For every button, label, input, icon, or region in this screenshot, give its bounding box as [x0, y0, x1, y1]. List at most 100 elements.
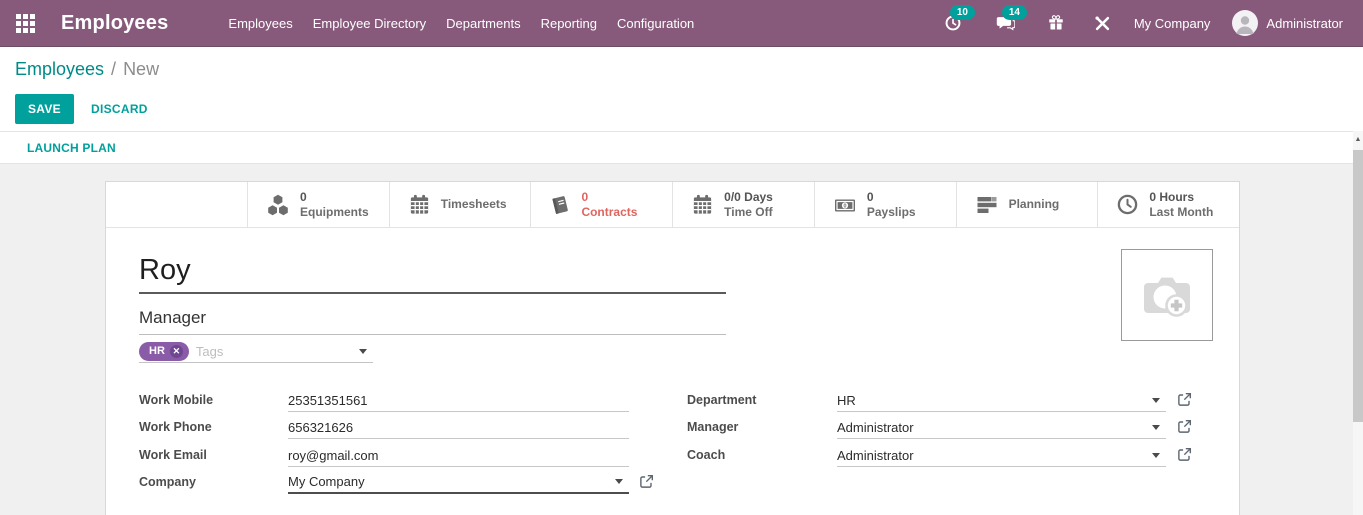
dropdown-caret-icon[interactable] [615, 479, 623, 484]
stat-label: Equipments [300, 204, 369, 219]
user-menu[interactable]: Administrator [1222, 10, 1347, 36]
menu-employees[interactable]: Employees [218, 16, 302, 31]
content-area: 0 Equipments Timesheets 0 Contracts 0/0 … [0, 164, 1363, 515]
breadcrumb: Employees / New [15, 59, 159, 80]
tools-menu[interactable] [1083, 14, 1122, 33]
stat-label: Planning [1008, 197, 1060, 211]
manager-input[interactable]: Administrator [837, 416, 1166, 439]
stat-label: Timesheets [440, 197, 507, 211]
menu-employee-directory[interactable]: Employee Directory [303, 16, 436, 31]
vertical-scrollbar[interactable]: ▲ [1353, 131, 1363, 515]
control-buttons: SAVE DISCARD [15, 94, 148, 124]
contracts-icon [552, 195, 569, 214]
tag-label: HR [149, 345, 165, 357]
dropdown-caret-icon[interactable] [1152, 397, 1160, 403]
discard-button[interactable]: DISCARD [91, 102, 148, 116]
tag-pill-hr[interactable]: HR ✕ [139, 341, 189, 361]
department-value: HR [837, 392, 856, 408]
plan-strip: LAUNCH PLAN [0, 131, 1363, 164]
company-label: Company [139, 475, 196, 489]
user-name: Administrator [1266, 15, 1343, 31]
external-link-icon[interactable] [1177, 392, 1192, 407]
stat-value: 0 [866, 189, 874, 204]
work-email-label: Work Email [139, 448, 207, 462]
stat-button-row: 0 Equipments Timesheets 0 Contracts 0/0 … [106, 182, 1240, 228]
breadcrumb-separator: / [111, 59, 117, 79]
tags-field[interactable]: HR ✕ Tags [139, 340, 373, 363]
stat-button-timeoff[interactable]: 0/0 Days Time Off [673, 182, 815, 227]
menu-reporting[interactable]: Reporting [531, 16, 607, 31]
top-navbar: Employees Employees Employee Directory D… [0, 0, 1363, 47]
stat-text: 0 Equipments [300, 190, 369, 220]
menu-departments[interactable]: Departments [436, 16, 530, 31]
breadcrumb-current: New [123, 59, 160, 79]
job-title-input[interactable]: Manager [139, 308, 726, 335]
dropdown-caret-icon[interactable] [1152, 452, 1160, 458]
messages-count-badge: 14 [1001, 4, 1027, 20]
work-phone-value: 656321626 [288, 419, 354, 435]
manager-value: Administrator [837, 419, 914, 435]
company-switcher[interactable]: My Company [1122, 16, 1223, 31]
scrollbar-thumb[interactable] [1353, 150, 1363, 422]
department-input[interactable]: HR [837, 389, 1166, 412]
stat-text: 0 Hours Last Month [1149, 190, 1213, 220]
manager-label: Manager [687, 420, 739, 434]
coach-input[interactable]: Administrator [837, 444, 1166, 467]
gift-menu[interactable] [1037, 14, 1075, 32]
stat-label: Contracts [581, 204, 638, 219]
tag-remove-icon[interactable]: ✕ [169, 344, 183, 358]
work-email-input[interactable]: roy@gmail.com [288, 444, 629, 467]
work-mobile-input[interactable]: 25351351561 [288, 389, 629, 412]
scroll-up-icon[interactable]: ▲ [1353, 131, 1363, 148]
work-email-value: roy@gmail.com [288, 447, 379, 463]
stat-button-equipments[interactable]: 0 Equipments [248, 182, 390, 227]
employee-photo-upload[interactable] [1121, 249, 1213, 341]
activity-menu[interactable]: 10 [934, 5, 975, 32]
payslips-icon: 0 [834, 199, 855, 211]
stat-button-planning[interactable]: Planning [956, 182, 1099, 227]
avatar-icon [1232, 10, 1259, 36]
control-panel: Employees / New SAVE DISCARD [0, 47, 1363, 131]
messages-menu[interactable]: 14 [986, 4, 1027, 33]
field-row-work-email: Work Email roy@gmail.com [139, 444, 639, 467]
field-row-work-mobile: Work Mobile 25351351561 [139, 389, 639, 412]
stat-text: 0 Payslips [867, 190, 916, 220]
svg-text:0: 0 [843, 203, 846, 209]
stat-value: 0/0 Days [724, 189, 773, 204]
stat-value: 0 [300, 189, 307, 204]
menu-configuration[interactable]: Configuration [607, 16, 704, 31]
app-title[interactable]: Employees [61, 12, 168, 35]
stat-text: 0 Contracts [581, 190, 637, 220]
timesheets-icon [410, 194, 428, 214]
employee-name-input[interactable]: Roy [139, 254, 726, 294]
stat-text: Timesheets [441, 197, 507, 212]
field-row-coach: Coach Administrator [687, 444, 1207, 467]
external-link-icon[interactable] [1177, 419, 1192, 434]
coach-value: Administrator [837, 447, 914, 463]
stat-button-timesheets[interactable]: Timesheets [389, 182, 532, 227]
apps-menu-icon[interactable] [16, 13, 35, 33]
field-row-work-phone: Work Phone 656321626 [139, 416, 639, 439]
lastmonth-icon [1118, 194, 1138, 215]
work-phone-input[interactable]: 656321626 [288, 416, 629, 439]
stat-button-lastmonth[interactable]: 0 Hours Last Month [1098, 182, 1240, 227]
employee-form-screen: Employees Employees Employee Directory D… [0, 0, 1363, 515]
stat-button-payslips[interactable]: 0 0 Payslips [814, 182, 957, 227]
external-link-icon[interactable] [639, 474, 654, 489]
dropdown-caret-icon[interactable] [359, 348, 367, 354]
breadcrumb-parent[interactable]: Employees [15, 59, 104, 79]
stat-label: Payslips [866, 204, 916, 219]
external-link-icon[interactable] [1177, 447, 1192, 462]
systray: 10 14 My Company Administrator [934, 4, 1347, 36]
company-input[interactable]: My Company [288, 471, 629, 494]
work-phone-label: Work Phone [139, 420, 212, 434]
stat-button-contracts[interactable]: 0 Contracts [531, 182, 674, 227]
company-value: My Company [288, 474, 365, 489]
launch-plan-button[interactable]: LAUNCH PLAN [27, 141, 116, 155]
save-button[interactable]: SAVE [15, 94, 74, 124]
dropdown-caret-icon[interactable] [1152, 424, 1160, 430]
stat-text: Planning [1009, 197, 1060, 212]
field-row-company: Company My Company [139, 471, 659, 494]
form-sheet: 0 Equipments Timesheets 0 Contracts 0/0 … [105, 181, 1240, 515]
planning-icon [977, 196, 997, 213]
